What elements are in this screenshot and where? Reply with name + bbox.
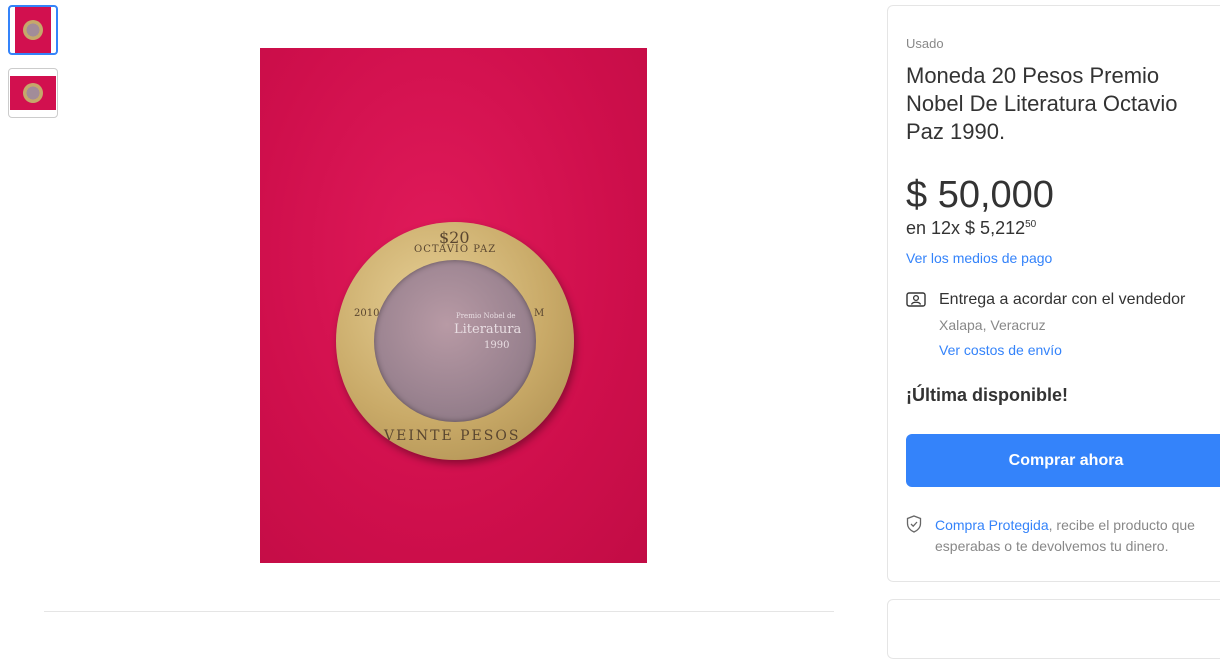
buy-box: Usado Moneda 20 Pesos Premio Nobel De Li… xyxy=(887,5,1220,582)
coin-image: $20 OCTAVIO PAZ 2010 M Premio Nobel de L… xyxy=(336,222,574,460)
shield-check-icon xyxy=(906,515,922,533)
coin-year: 2010 xyxy=(354,308,380,319)
coin-mint: M xyxy=(534,308,545,319)
thumbnail-2-image xyxy=(10,76,56,110)
protection-link[interactable]: Compra Protegida xyxy=(935,517,1049,533)
installments-info: en 12x $ 5,21250 xyxy=(906,218,1036,239)
installments-cents: 50 xyxy=(1025,219,1037,230)
thumbnail-2[interactable] xyxy=(8,68,58,118)
coin-center-text-3: 1990 xyxy=(484,340,510,351)
shipping-location: Xalapa, Veracruz xyxy=(939,317,1046,333)
main-product-photo[interactable]: $20 OCTAVIO PAZ 2010 M Premio Nobel de L… xyxy=(260,48,647,563)
shipping-text: Entrega a acordar con el vendedor xyxy=(939,291,1186,308)
coin-center-text-1: Premio Nobel de xyxy=(456,312,516,320)
thumbnail-1[interactable] xyxy=(8,5,58,55)
coin-top-text: OCTAVIO PAZ xyxy=(414,244,497,255)
handshake-user-icon xyxy=(906,292,926,307)
coin-bottom-text: VEINTE PESOS xyxy=(384,428,521,444)
thumbnail-1-image xyxy=(15,7,51,53)
stock-status: ¡Última disponible! xyxy=(906,385,1068,405)
section-divider xyxy=(44,611,834,612)
thumbnail-list xyxy=(8,5,62,131)
coin-center: Premio Nobel de Literatura 1990 xyxy=(374,260,536,422)
product-price: $ 50,000 xyxy=(906,174,1054,216)
product-title: Moneda 20 Pesos Premio Nobel De Literatu… xyxy=(906,63,1178,144)
payment-methods-link[interactable]: Ver los medios de pago xyxy=(906,250,1052,266)
shipping-costs-link[interactable]: Ver costos de envío xyxy=(939,342,1062,358)
buy-now-button[interactable]: Comprar ahora xyxy=(906,434,1220,487)
secondary-box xyxy=(887,599,1220,659)
condition-label: Usado xyxy=(906,36,944,51)
purchase-protection: Compra Protegida, recibe el producto que… xyxy=(935,515,1220,557)
installments-amount: en 12x $ 5,212 xyxy=(906,218,1026,238)
coin-center-text-2: Literatura xyxy=(454,322,522,337)
